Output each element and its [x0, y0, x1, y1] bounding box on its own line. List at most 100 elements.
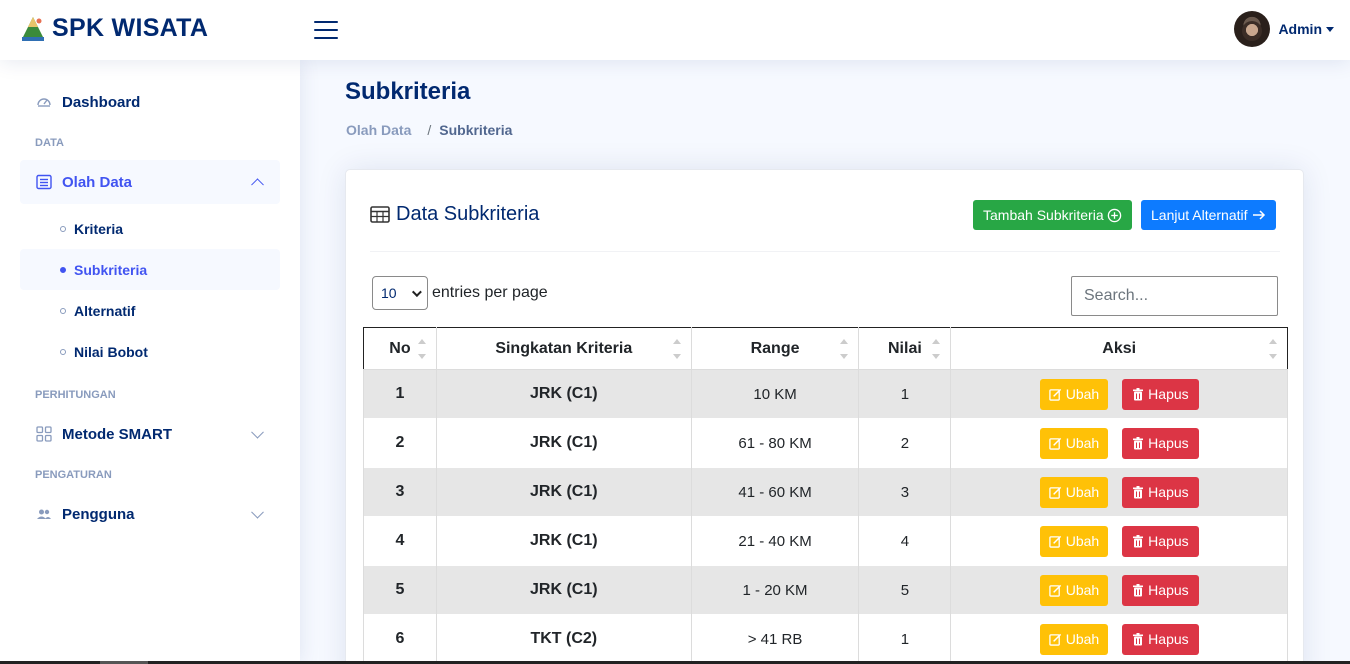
breadcrumb-olah-data[interactable]: Olah Data	[346, 122, 411, 138]
hapus-button[interactable]: Hapus	[1122, 623, 1199, 655]
sidebar-subitem-label: Nilai Bobot	[74, 343, 148, 360]
chevron-up-icon	[251, 178, 264, 192]
profile-dropdown[interactable]: Admin	[1234, 11, 1334, 47]
hamburger-menu-icon[interactable]	[314, 17, 338, 39]
button-label: Hapus	[1148, 435, 1189, 451]
table-row: 1 JRK (C1) 10 KM 1 Ubah Hapus	[363, 369, 1288, 419]
table-body: 1 JRK (C1) 10 KM 1 Ubah Hapus 2 JRK (C1) 61 - 80…	[363, 369, 1288, 664]
cell-kriteria: JRK (C1)	[435, 565, 692, 615]
cell-range: 10 KM	[690, 369, 860, 419]
search-input[interactable]	[1071, 276, 1278, 316]
people-icon	[35, 505, 53, 523]
chevron-down-icon	[411, 286, 422, 297]
tambah-subkriteria-button[interactable]: Tambah Subkriteria	[973, 200, 1132, 230]
nav-heading-perhitungan: PERHITUNGAN	[35, 389, 116, 401]
card-title-text: Data Subkriteria	[396, 203, 540, 225]
ubah-button[interactable]: Ubah	[1039, 378, 1109, 410]
sidebar-item-label: Dashboard	[62, 93, 141, 111]
cell-no: 3	[363, 467, 437, 517]
cell-no: 2	[363, 418, 437, 468]
subkriteria-card: Data Subkriteria Tambah Subkriteria Lanj…	[345, 169, 1304, 664]
trash-icon	[1133, 534, 1144, 547]
cell-nilai: 1	[858, 614, 952, 664]
ubah-button[interactable]: Ubah	[1039, 623, 1109, 655]
sort-icon	[672, 339, 681, 359]
button-label: Hapus	[1148, 533, 1189, 549]
cell-aksi: Ubah Hapus	[950, 565, 1288, 615]
cell-range: 41 - 60 KM	[690, 467, 860, 517]
sidebar-subitem-kriteria[interactable]: Kriteria	[20, 208, 280, 249]
sidebar-subitem-nilai-bobot[interactable]: Nilai Bobot	[20, 331, 280, 372]
cell-kriteria: JRK (C1)	[435, 418, 692, 468]
table-header-row: No Singkatan Kriteria Range Nilai Aksi	[363, 327, 1288, 370]
brand-logo[interactable]: SPK WISATA	[20, 14, 208, 43]
table-icon	[370, 206, 390, 223]
sort-icon	[932, 339, 941, 359]
cell-aksi: Ubah Hapus	[950, 516, 1288, 566]
cell-no: 5	[363, 565, 437, 615]
plus-circle-icon	[1107, 208, 1121, 222]
column-header-aksi[interactable]: Aksi	[950, 327, 1288, 370]
button-label: Hapus	[1148, 631, 1189, 648]
sidebar-subitem-label: Kriteria	[74, 220, 124, 237]
button-label: Lanjut Alternatif	[1151, 207, 1248, 223]
column-header-nilai[interactable]: Nilai	[858, 327, 952, 370]
nav-heading-pengaturan: PENGATURAN	[35, 469, 112, 481]
ubah-button[interactable]: Ubah	[1039, 476, 1109, 508]
ubah-button[interactable]: Ubah	[1039, 427, 1109, 459]
sidebar-item-dashboard[interactable]: Dashboard	[20, 80, 280, 124]
button-label: Tambah Subkriteria	[983, 207, 1104, 223]
sidebar-subitem-label: Alternatif	[74, 302, 136, 319]
cell-nilai: 1	[858, 369, 952, 419]
sidebar-item-metode-smart[interactable]: Metode SMART	[20, 412, 280, 456]
sidebar-item-olah-data[interactable]: Olah Data	[20, 160, 280, 204]
cell-nilai: 5	[858, 565, 952, 615]
olah-data-submenu: Kriteria Subkriteria Alternatif Nilai Bo…	[20, 204, 280, 376]
circle-icon	[60, 307, 66, 314]
hapus-button[interactable]: Hapus	[1122, 574, 1199, 606]
entries-per-page-select[interactable]: 10	[372, 276, 428, 310]
cell-range: 61 - 80 KM	[690, 418, 860, 468]
sidebar-item-pengguna[interactable]: Pengguna	[20, 492, 280, 536]
hapus-button[interactable]: Hapus	[1122, 427, 1199, 459]
entries-label: entries per page	[432, 284, 548, 301]
sort-icon	[840, 339, 849, 359]
grid-icon	[35, 425, 53, 443]
button-label: Hapus	[1148, 386, 1189, 402]
chevron-down-icon	[251, 425, 264, 439]
breadcrumb-separator: /	[427, 122, 432, 138]
column-header-no[interactable]: No	[363, 327, 437, 370]
cell-kriteria: JRK (C1)	[435, 369, 692, 419]
profile-name: Admin	[1278, 21, 1322, 37]
hapus-button[interactable]: Hapus	[1122, 476, 1199, 508]
hapus-button[interactable]: Hapus	[1122, 525, 1199, 557]
edit-icon	[1048, 388, 1061, 401]
button-label: Ubah	[1065, 582, 1100, 598]
button-label: Ubah	[1065, 435, 1100, 451]
column-header-kriteria[interactable]: Singkatan Kriteria	[435, 327, 692, 370]
cell-kriteria: JRK (C1)	[435, 516, 692, 566]
card-header: Data Subkriteria Tambah Subkriteria Lanj…	[370, 200, 1280, 252]
table-row: 5 JRK (C1) 1 - 20 KM 5 Ubah Hapus	[363, 565, 1288, 615]
circle-icon	[60, 348, 66, 355]
table-row: 6 TKT (C2) > 41 RB 1 Ubah Hapus	[363, 614, 1288, 664]
edit-icon	[1048, 437, 1061, 450]
chevron-down-icon	[251, 505, 264, 519]
ubah-button[interactable]: Ubah	[1039, 574, 1109, 606]
button-label: Ubah	[1065, 631, 1100, 648]
hapus-button[interactable]: Hapus	[1122, 378, 1199, 410]
cell-range: 21 - 40 KM	[690, 516, 860, 566]
trash-icon	[1133, 387, 1144, 400]
sidebar-subitem-alternatif[interactable]: Alternatif	[20, 290, 280, 331]
trash-icon	[1133, 583, 1144, 596]
ubah-button[interactable]: Ubah	[1039, 525, 1109, 557]
sidebar-subitem-subkriteria[interactable]: Subkriteria	[20, 249, 280, 290]
cell-nilai: 2	[858, 418, 952, 468]
button-label: Ubah	[1065, 484, 1100, 500]
sidebar-item-label: Olah Data	[62, 173, 133, 191]
sort-icon	[417, 339, 426, 359]
page-title: Subkriteria	[345, 78, 471, 105]
lanjut-alternatif-button[interactable]: Lanjut Alternatif	[1141, 200, 1276, 230]
cell-no: 6	[363, 614, 437, 664]
column-header-range[interactable]: Range	[690, 327, 860, 370]
